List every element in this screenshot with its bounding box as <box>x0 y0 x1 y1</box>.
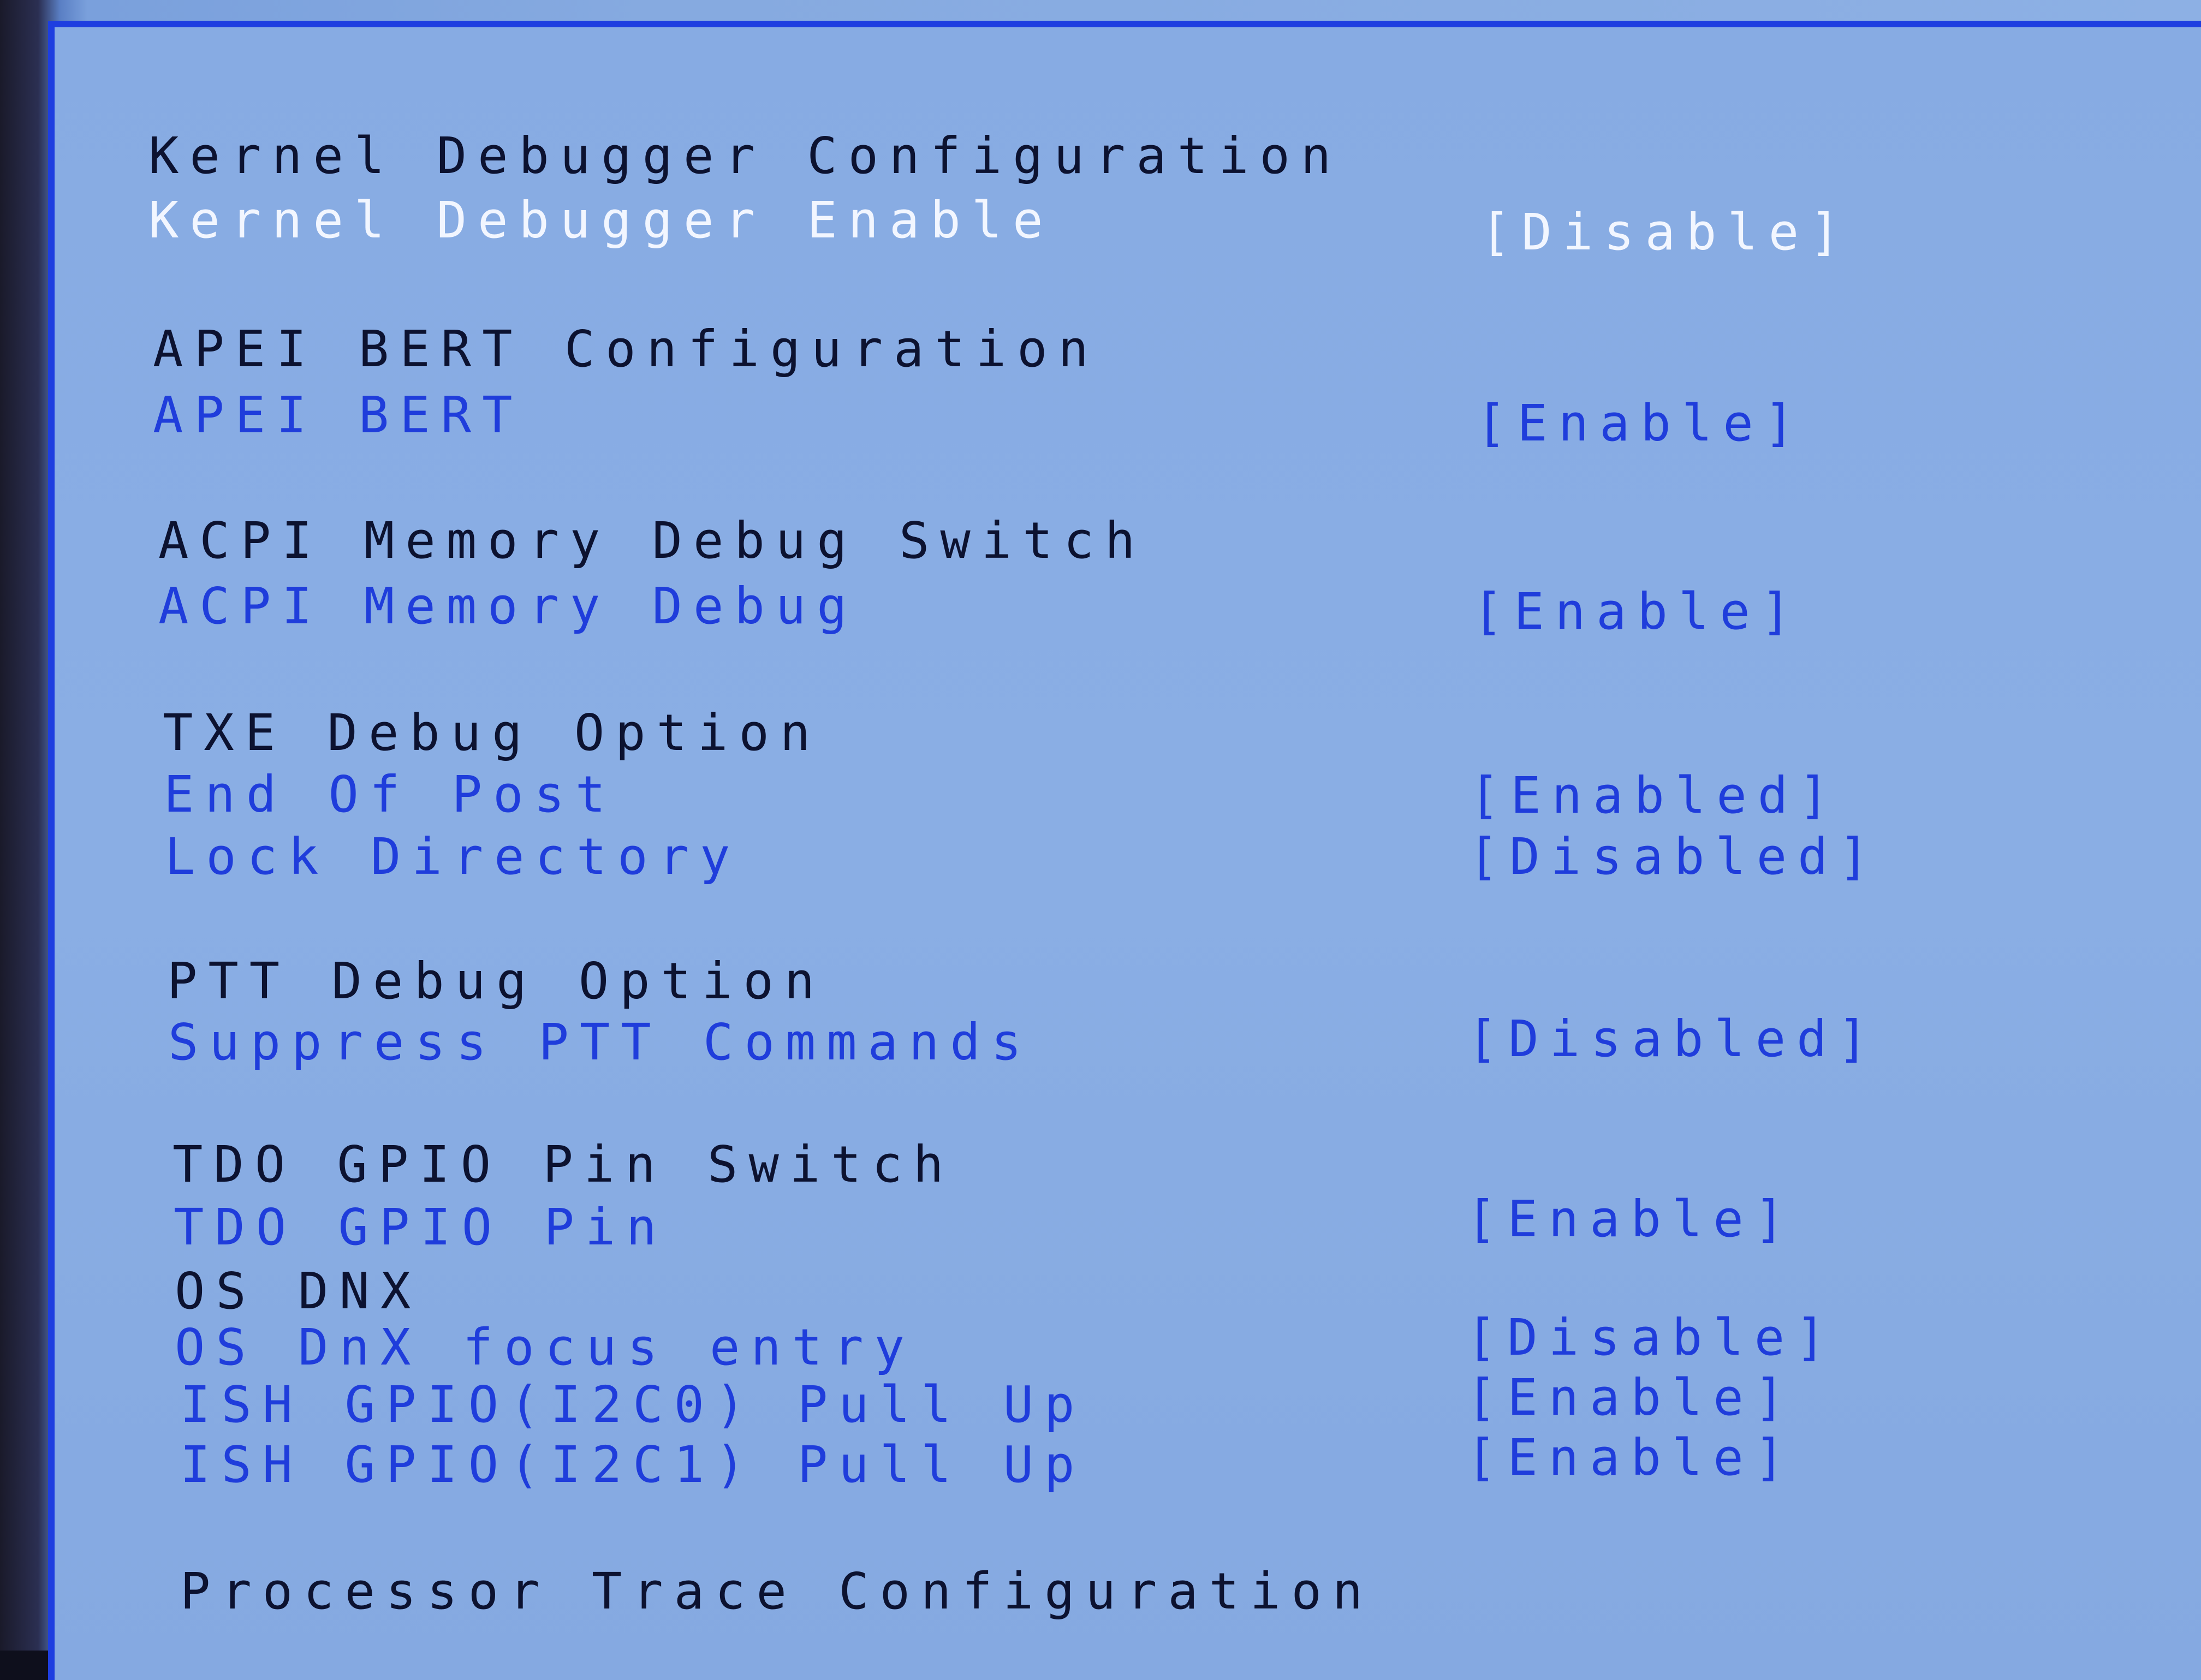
value-suppress-ptt-commands[interactable]: [Disabled] <box>1467 1014 1879 1064</box>
section-heading-tdo-gpio: TDO GPIO Pin Switch <box>172 1135 955 1194</box>
option-acpi-memory-debug[interactable]: ACPI Memory Debug <box>158 581 858 632</box>
section-heading-processor-trace: Processor Trace Configuration <box>180 1562 1374 1621</box>
bios-screen: Kernel Debugger Configuration Kernel Deb… <box>0 0 2201 1680</box>
option-kernel-debugger-enable[interactable]: Kernel Debugger Enable <box>148 195 1054 246</box>
value-ish-gpio-i2c1-pull-up[interactable]: [Enable] <box>1466 1433 1795 1483</box>
option-tdo-gpio-pin[interactable]: TDO GPIO Pin <box>174 1202 668 1253</box>
value-apei-bert[interactable]: [Enable] <box>1476 398 1805 449</box>
option-lock-directory[interactable]: Lock Directory <box>165 832 741 882</box>
value-acpi-memory-debug[interactable]: [Enable] <box>1473 587 1802 637</box>
value-kernel-debugger-enable[interactable]: [Disable] <box>1480 207 1851 258</box>
option-os-dnx-focus-entry[interactable]: OS DnX focus entry <box>175 1322 915 1373</box>
section-heading-apei-bert: APEI BERT Configuration <box>153 320 1099 378</box>
section-heading-ptt-debug: PTT Debug Option <box>167 952 826 1010</box>
value-end-of-post[interactable]: [Enabled] <box>1470 771 1840 821</box>
section-heading-txe-debug: TXE Debug Option <box>163 704 822 762</box>
bios-setup-page: Kernel Debugger Configuration Kernel Deb… <box>0 0 2201 1651</box>
option-apei-bert[interactable]: APEI BERT <box>153 390 524 440</box>
value-tdo-gpio-pin[interactable]: [Enable] <box>1466 1194 1795 1244</box>
value-ish-gpio-i2c0-pull-up[interactable]: [Enable] <box>1466 1373 1795 1423</box>
option-suppress-ptt-commands[interactable]: Suppress PTT Commands <box>168 1017 1032 1068</box>
option-ish-gpio-i2c1-pull-up[interactable]: ISH GPIO(I2C1) Pull Up <box>180 1440 1086 1490</box>
section-heading-os-dnx: OS DNX <box>175 1262 422 1320</box>
option-end-of-post[interactable]: End Of Post <box>164 770 616 820</box>
value-os-dnx-focus-entry[interactable]: [Disable] <box>1466 1313 1837 1363</box>
value-lock-directory[interactable]: [Disabled] <box>1468 832 1880 882</box>
option-ish-gpio-i2c0-pull-up[interactable]: ISH GPIO(I2C0) Pull Up <box>180 1380 1086 1430</box>
section-heading-acpi-memory-debug: ACPI Memory Debug Switch <box>158 511 1146 570</box>
section-heading-kernel-debugger: Kernel Debugger Configuration <box>148 127 1342 185</box>
